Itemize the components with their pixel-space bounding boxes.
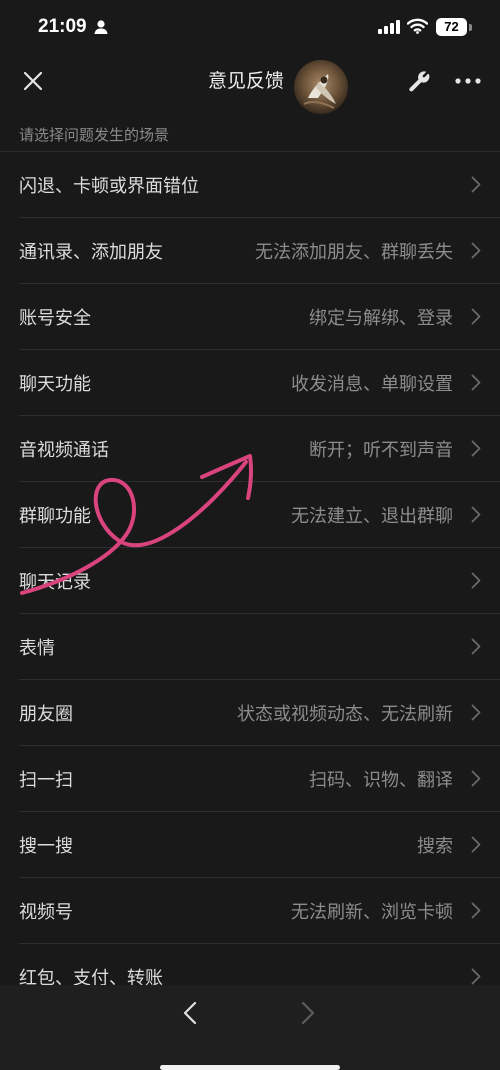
forward-icon xyxy=(301,1001,315,1025)
more-icon[interactable] xyxy=(455,78,481,84)
battery-indicator: 72 xyxy=(436,18,467,36)
chevron-right-icon xyxy=(471,638,481,655)
item-title: 视频号 xyxy=(19,902,73,923)
chevron-right-icon xyxy=(471,242,481,259)
item-desc: 无法建立、退出群聊 xyxy=(291,506,453,527)
list-item-scan[interactable]: 扫一扫 扫码、识物、翻译 xyxy=(19,746,500,812)
item-title: 搜一搜 xyxy=(19,836,73,857)
chevron-right-icon xyxy=(471,176,481,193)
item-desc: 绑定与解绑、登录 xyxy=(309,308,453,329)
list-item-channels[interactable]: 视频号 无法刷新、浏览卡顿 xyxy=(19,878,500,944)
item-title: 账号安全 xyxy=(19,308,91,329)
item-desc: 扫码、识物、翻译 xyxy=(309,770,453,791)
item-title: 聊天记录 xyxy=(19,572,91,593)
list-item-moments[interactable]: 朋友圈 状态或视频动态、无法刷新 xyxy=(19,680,500,746)
chevron-right-icon xyxy=(471,572,481,589)
item-desc: 断开；听不到声音 xyxy=(309,440,453,461)
item-desc: 无法添加朋友、群聊丢失 xyxy=(255,242,453,263)
battery-cap xyxy=(469,24,472,31)
status-bar: 21:09 72 xyxy=(0,0,500,56)
item-title: 扫一扫 xyxy=(19,770,73,791)
item-desc: 搜索 xyxy=(417,836,453,857)
section-hint: 请选择问题发生的场景 xyxy=(19,126,170,144)
bottom-toolbar xyxy=(0,985,500,1070)
chevron-right-icon xyxy=(471,704,481,721)
list-item-group-chat[interactable]: 群聊功能 无法建立、退出群聊 xyxy=(19,482,500,548)
item-title: 聊天功能 xyxy=(19,374,91,395)
item-title: 群聊功能 xyxy=(19,506,91,527)
list-item-chat-history[interactable]: 聊天记录 xyxy=(19,548,500,614)
item-title: 表情 xyxy=(19,638,55,659)
wrench-icon[interactable] xyxy=(406,68,432,94)
close-icon[interactable] xyxy=(22,70,44,92)
chevron-right-icon xyxy=(471,770,481,787)
list-item-av-call[interactable]: 音视频通话 断开；听不到声音 xyxy=(19,416,500,482)
chevron-right-icon xyxy=(471,374,481,391)
item-title: 通讯录、添加朋友 xyxy=(19,242,163,263)
avatar[interactable] xyxy=(294,60,348,114)
chevron-right-icon xyxy=(471,902,481,919)
item-desc: 状态或视频动态、无法刷新 xyxy=(237,704,453,725)
list-item-contacts[interactable]: 通讯录、添加朋友 无法添加朋友、群聊丢失 xyxy=(19,218,500,284)
list-item-account-security[interactable]: 账号安全 绑定与解绑、登录 xyxy=(19,284,500,350)
nav-bar: 意见反馈 xyxy=(0,56,500,114)
item-desc: 无法刷新、浏览卡顿 xyxy=(291,902,453,923)
chevron-right-icon xyxy=(471,308,481,325)
wifi-icon xyxy=(407,18,428,34)
scenario-list: 闪退、卡顿或界面错位 通讯录、添加朋友 无法添加朋友、群聊丢失 账号安全 绑定与… xyxy=(0,151,500,1010)
list-item-crash[interactable]: 闪退、卡顿或界面错位 xyxy=(19,152,500,218)
chevron-right-icon xyxy=(471,968,481,985)
item-desc: 收发消息、单聊设置 xyxy=(291,374,453,395)
status-time: 21:09 xyxy=(38,16,87,37)
person-icon xyxy=(94,20,108,34)
item-title: 朋友圈 xyxy=(19,704,73,725)
item-title: 音视频通话 xyxy=(19,440,109,461)
chevron-right-icon xyxy=(471,836,481,853)
signal-icon xyxy=(378,20,400,34)
back-icon[interactable] xyxy=(182,1001,198,1025)
chevron-right-icon xyxy=(471,506,481,523)
list-item-stickers[interactable]: 表情 xyxy=(19,614,500,680)
page-title: 意见反馈 xyxy=(208,70,285,92)
list-item-chat[interactable]: 聊天功能 收发消息、单聊设置 xyxy=(19,350,500,416)
item-title: 闪退、卡顿或界面错位 xyxy=(19,176,199,197)
home-indicator xyxy=(160,1065,340,1070)
chevron-right-icon xyxy=(471,440,481,457)
list-item-search[interactable]: 搜一搜 搜索 xyxy=(19,812,500,878)
